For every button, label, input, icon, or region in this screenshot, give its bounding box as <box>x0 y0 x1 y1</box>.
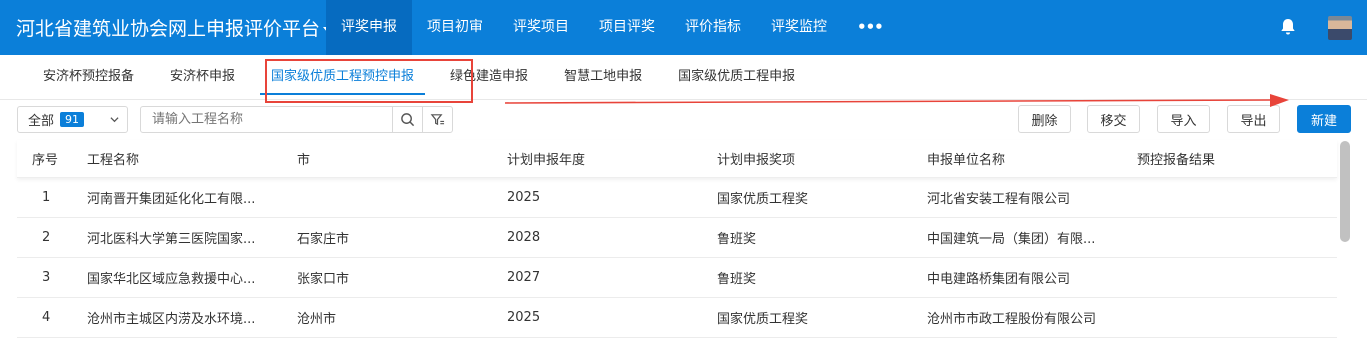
cell-project-name[interactable]: 河北医科大学第三医院国家... <box>87 228 297 247</box>
nav-item-award-monitor[interactable]: 评奖监控 <box>756 0 842 55</box>
user-avatar[interactable] <box>1328 16 1352 40</box>
toolbar: 全部 91 删除 移交 导入 导出 新建 <box>0 100 1367 138</box>
active-tab-underline <box>260 92 426 95</box>
app-title: 河北省建筑业协会网上申报评价平台 <box>16 18 321 40</box>
app-switcher[interactable]: 河北省建筑业协会网上申报评价平台 <box>0 0 332 55</box>
count-badge: 91 <box>60 112 85 127</box>
cell-plan-year: 2025 <box>507 190 541 205</box>
col-header-plan-award: 计划申报奖项 <box>717 153 796 168</box>
table-row[interactable]: 2 河北医科大学第三医院国家... 石家庄市 2028 鲁班奖 中国建筑一局（集… <box>17 218 1337 258</box>
cell-project-name[interactable]: 国家华北区域应急救援中心... <box>87 268 297 287</box>
cell-plan-award: 鲁班奖 <box>717 272 757 287</box>
table-scrollbar[interactable] <box>1340 141 1350 242</box>
delete-button[interactable]: 删除 <box>1018 105 1071 133</box>
nav-item-award-projects[interactable]: 评奖项目 <box>498 0 584 55</box>
cell-index: 4 <box>42 310 51 325</box>
cell-unit-name: 河北省安装工程有限公司 <box>927 192 1071 207</box>
nav-more-button[interactable]: ••• <box>842 0 898 55</box>
export-button[interactable]: 导出 <box>1227 105 1280 133</box>
top-nav-bar: 河北省建筑业协会网上申报评价平台 评奖申报 项目初审 评奖项目 项目评奖 评价指… <box>0 0 1367 55</box>
chevron-down-icon <box>110 117 119 123</box>
cell-plan-year: 2025 <box>507 310 541 325</box>
cell-plan-year: 2028 <box>507 230 541 245</box>
nav-item-project-review[interactable]: 项目评奖 <box>584 0 670 55</box>
nav-item-award-apply[interactable]: 评奖申报 <box>326 0 412 55</box>
sub-tabs: 安济杯预控报备 安济杯申报 国家级优质工程预控申报 绿色建造申报 智慧工地申报 … <box>0 55 1367 100</box>
status-filter-select[interactable]: 全部 91 <box>17 106 128 133</box>
advanced-filter-button[interactable] <box>422 106 453 133</box>
col-header-project-name: 工程名称 <box>87 153 140 168</box>
cell-city: 张家口市 <box>297 272 350 287</box>
cell-unit-name: 沧州市市政工程股份有限公司 <box>927 312 1097 327</box>
cell-plan-award: 鲁班奖 <box>717 232 757 247</box>
cell-plan-award: 国家优质工程奖 <box>717 192 809 207</box>
cell-index: 3 <box>42 270 51 285</box>
transfer-button[interactable]: 移交 <box>1087 105 1140 133</box>
import-button[interactable]: 导入 <box>1157 105 1210 133</box>
search-button[interactable] <box>392 106 423 133</box>
search-icon <box>401 113 415 127</box>
col-header-precontrol-result: 预控报备结果 <box>1137 153 1216 168</box>
filter-label: 全部 <box>28 114 55 129</box>
search-input[interactable] <box>140 106 393 133</box>
col-header-city: 市 <box>297 153 311 168</box>
table-row[interactable]: 3 国家华北区域应急救援中心... 张家口市 2027 鲁班奖 中电建路桥集团有… <box>17 258 1337 298</box>
cell-project-name[interactable]: 沧州市主城区内涝及水环境... <box>87 308 297 327</box>
subtab-anji-apply[interactable]: 安济杯申报 <box>152 55 253 100</box>
nav-item-evaluation-index[interactable]: 评价指标 <box>670 0 756 55</box>
new-button[interactable]: 新建 <box>1297 105 1351 133</box>
subtab-green-construction[interactable]: 绿色建造申报 <box>432 55 546 100</box>
cell-city: 石家庄市 <box>297 232 350 247</box>
nav-item-initial-review[interactable]: 项目初审 <box>412 0 498 55</box>
subtab-anji-precontrol[interactable]: 安济杯预控报备 <box>25 55 152 100</box>
col-header-unit-name: 申报单位名称 <box>927 153 1006 168</box>
cell-city: 沧州市 <box>297 312 337 327</box>
main-nav: 评奖申报 项目初审 评奖项目 项目评奖 评价指标 评奖监控 ••• <box>326 0 898 55</box>
project-table: 序号 工程名称 市 计划申报年度 计划申报奖项 申报单位名称 预控报备结果 1 … <box>17 140 1337 338</box>
cell-project-name[interactable]: 河南晋开集团延化化工有限... <box>87 188 297 207</box>
cell-index: 1 <box>42 190 51 205</box>
table-header: 序号 工程名称 市 计划申报年度 计划申报奖项 申报单位名称 预控报备结果 <box>17 140 1337 178</box>
subtab-national-quality[interactable]: 国家级优质工程申报 <box>660 55 813 100</box>
filter-icon <box>430 114 445 126</box>
cell-plan-award: 国家优质工程奖 <box>717 312 809 327</box>
cell-unit-name: 中电建路桥集团有限公司 <box>927 272 1071 287</box>
col-header-plan-year: 计划申报年度 <box>507 153 586 168</box>
subtab-national-precontrol-label: 国家级优质工程预控申报 <box>271 68 415 84</box>
subtab-smart-site[interactable]: 智慧工地申报 <box>546 55 660 100</box>
table-row[interactable]: 1 河南晋开集团延化化工有限... 2025 国家优质工程奖 河北省安装工程有限… <box>17 178 1337 218</box>
cell-plan-year: 2027 <box>507 270 541 285</box>
table-row[interactable]: 4 沧州市主城区内涝及水环境... 沧州市 2025 国家优质工程奖 沧州市市政… <box>17 298 1337 338</box>
subtab-national-precontrol[interactable]: 国家级优质工程预控申报 <box>253 55 432 100</box>
cell-index: 2 <box>42 230 51 245</box>
col-header-index: 序号 <box>32 153 59 168</box>
cell-unit-name: 中国建筑一局（集团）有限... <box>927 232 1096 247</box>
bell-icon[interactable] <box>1278 17 1298 37</box>
